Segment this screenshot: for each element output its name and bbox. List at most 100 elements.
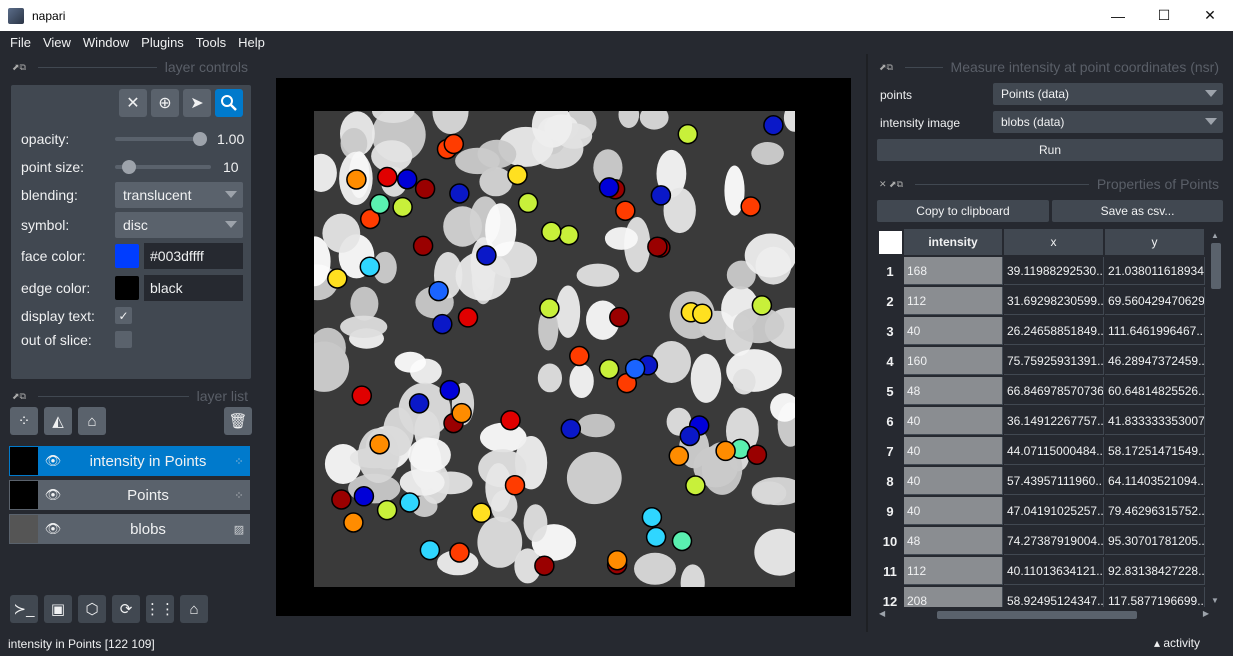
eye-icon[interactable]: 👁 (38, 487, 68, 503)
reset-view-button[interactable]: ⌂ (180, 595, 208, 623)
points-dropdown[interactable]: Points (data) (993, 83, 1223, 105)
table-cell-y[interactable]: 117.5877196699... (1105, 587, 1205, 607)
point-marker[interactable] (369, 193, 391, 215)
row-header[interactable]: 12 (877, 587, 903, 608)
table-cell-x[interactable]: 31.69298230599... (1004, 287, 1104, 315)
menu-file[interactable]: File (4, 35, 37, 50)
point-marker[interactable] (679, 425, 701, 447)
point-marker[interactable] (645, 526, 667, 548)
point-marker[interactable] (641, 506, 663, 528)
point-marker[interactable] (692, 303, 713, 325)
menu-tools[interactable]: Tools (190, 35, 232, 50)
scroll-left-icon[interactable]: ◀ (879, 609, 885, 618)
column-header-x[interactable]: x (1004, 229, 1104, 255)
point-marker[interactable] (624, 358, 646, 379)
point-marker[interactable] (396, 168, 418, 190)
point-marker[interactable] (377, 166, 398, 188)
table-cell-y[interactable]: 46.28947372459... (1105, 347, 1205, 375)
scrollbar-handle[interactable] (1211, 243, 1221, 289)
table-cell-x[interactable]: 58.92495124347... (1004, 587, 1104, 607)
point-marker[interactable] (534, 555, 555, 576)
scroll-up-icon[interactable]: ▲ (1211, 231, 1219, 240)
point-marker[interactable] (419, 539, 441, 561)
scroll-right-icon[interactable]: ▶ (1203, 609, 1209, 618)
table-cell-x[interactable]: 74.27387919004... (1004, 527, 1104, 555)
table-cell-intensity[interactable]: 40 (904, 317, 1003, 345)
point-marker[interactable] (504, 475, 526, 496)
point-marker[interactable] (569, 345, 590, 367)
point-marker[interactable] (443, 133, 465, 155)
dock-splitter[interactable] (866, 54, 868, 632)
viewer-canvas[interactable] (276, 78, 851, 616)
table-cell-intensity[interactable]: 40 (904, 407, 1003, 435)
point-marker[interactable] (346, 169, 367, 190)
grid-view-button[interactable]: ⋮⋮ (145, 595, 175, 623)
eye-icon[interactable]: 👁 (38, 453, 68, 469)
table-cell-x[interactable]: 44.07115000484... (1004, 437, 1104, 465)
layer-item-points[interactable]: 👁 Points ⁘ (9, 480, 250, 510)
point-marker[interactable] (598, 177, 620, 198)
table-cell-x[interactable]: 57.43957111960... (1004, 467, 1104, 495)
dock-float-icon[interactable]: ⬈⧉ (12, 62, 26, 73)
table-cell-intensity[interactable]: 168 (904, 257, 1003, 285)
run-button[interactable]: Run (877, 139, 1223, 161)
dock-close-icon[interactable]: ✕ ⬈⧉ (879, 179, 903, 190)
table-cell-y[interactable]: 69.5604294706294 (1105, 287, 1205, 315)
new-shapes-layer-button[interactable]: ◭ (44, 407, 72, 435)
point-marker[interactable] (746, 444, 768, 465)
point-marker[interactable] (740, 196, 761, 217)
table-cell-y[interactable]: 64.11403521094... (1105, 467, 1205, 495)
dock-float-icon[interactable]: ⬈⧉ (879, 62, 893, 73)
delete-points-button[interactable]: ✕ (119, 89, 147, 117)
point-marker[interactable] (343, 512, 364, 533)
intensity-image-dropdown[interactable]: blobs (data) (993, 111, 1223, 133)
row-header[interactable]: 10 (877, 527, 903, 555)
symbol-dropdown[interactable]: disc (115, 212, 243, 238)
blending-dropdown[interactable]: translucent (115, 182, 243, 208)
menu-help[interactable]: Help (232, 35, 271, 50)
point-marker[interactable] (376, 499, 398, 521)
point-marker[interactable] (412, 235, 434, 257)
console-button[interactable]: ≻_ (10, 595, 38, 623)
point-marker[interactable] (439, 379, 461, 401)
point-marker[interactable] (685, 475, 706, 496)
point-marker[interactable] (763, 115, 784, 136)
row-header[interactable]: 11 (877, 557, 903, 585)
point-marker[interactable] (351, 385, 373, 406)
properties-table[interactable]: intensity x y 1 168 39.11988292530... 21.03… (877, 229, 1207, 607)
table-cell-y[interactable]: 92.83138427228... (1105, 557, 1205, 585)
row-header[interactable]: 5 (877, 377, 903, 405)
point-marker[interactable] (451, 402, 472, 424)
point-marker[interactable] (598, 358, 620, 380)
point-marker[interactable] (408, 393, 430, 414)
new-labels-layer-button[interactable]: ⌂ (78, 407, 106, 435)
close-window-button[interactable]: ✕ (1187, 0, 1233, 31)
table-cell-intensity[interactable]: 48 (904, 527, 1003, 555)
transpose-dims-button[interactable]: ⟳ (112, 595, 140, 623)
table-cell-x[interactable]: 39.11988292530... (1004, 257, 1104, 285)
scroll-down-icon[interactable]: ▼ (1211, 596, 1219, 605)
out-of-slice-checkbox[interactable] (115, 331, 132, 348)
edge-color-swatch[interactable] (115, 276, 139, 300)
column-header-intensity[interactable]: intensity (904, 229, 1003, 255)
point-marker[interactable] (476, 245, 497, 266)
point-marker[interactable] (359, 256, 381, 277)
row-header[interactable]: 9 (877, 497, 903, 525)
copy-to-clipboard-button[interactable]: Copy to clipboard (877, 200, 1049, 222)
delete-layer-button[interactable]: 🗑 (224, 407, 252, 435)
table-corner-button[interactable] (879, 231, 902, 254)
point-marker[interactable] (647, 236, 668, 257)
pan-zoom-button[interactable] (215, 89, 243, 117)
point-marker[interactable] (606, 549, 628, 571)
point-marker[interactable] (560, 418, 582, 440)
point-marker[interactable] (428, 280, 449, 302)
scrollbar-handle[interactable] (937, 611, 1137, 619)
point-marker[interactable] (507, 164, 528, 186)
minimize-button[interactable]: — (1095, 0, 1141, 31)
point-marker[interactable] (517, 192, 539, 214)
table-cell-intensity[interactable]: 48 (904, 377, 1003, 405)
table-horizontal-scrollbar[interactable]: ◀ ▶ (877, 609, 1223, 621)
point-marker[interactable] (353, 486, 375, 507)
point-marker[interactable] (449, 542, 470, 563)
display-text-checkbox[interactable]: ✓ (115, 307, 132, 324)
